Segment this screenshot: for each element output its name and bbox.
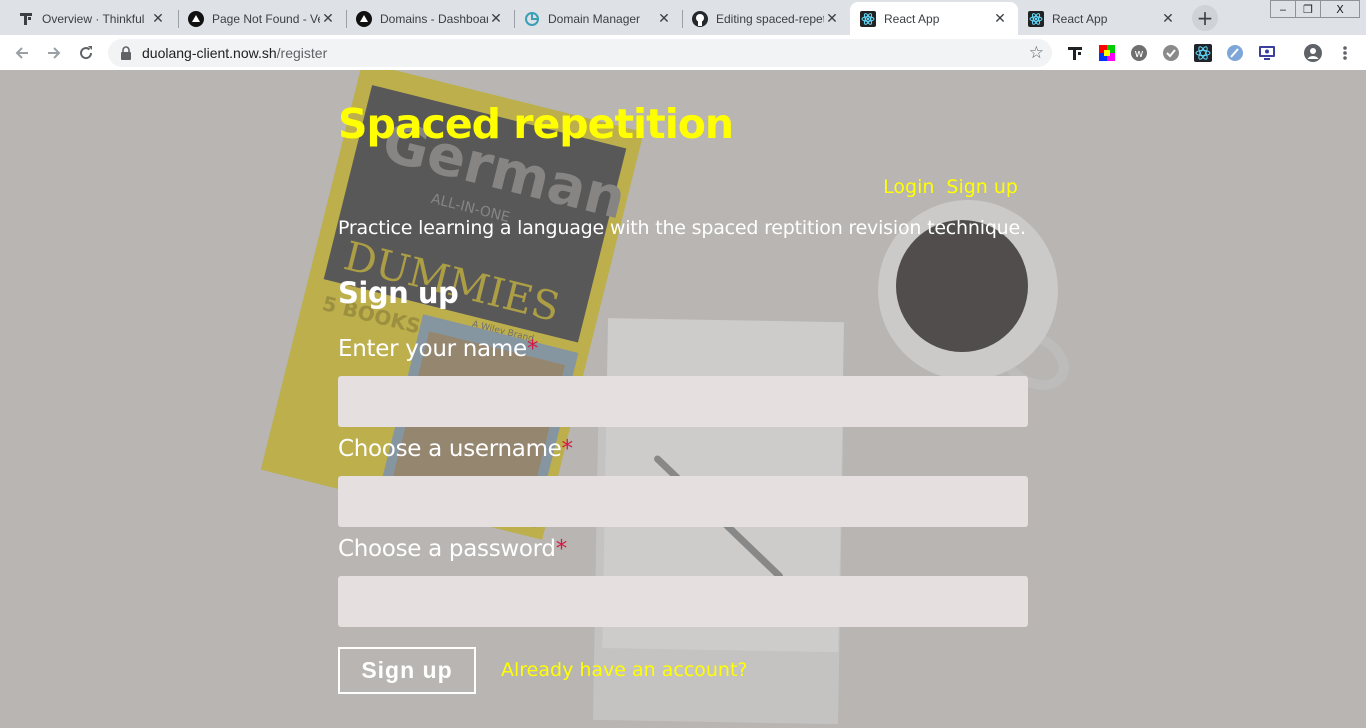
- name-input[interactable]: [338, 376, 1028, 427]
- forward-button[interactable]: [42, 41, 66, 65]
- close-tab-icon[interactable]: ✕: [824, 10, 840, 27]
- check-ext-icon[interactable]: [1162, 44, 1180, 62]
- thinkful-ext-icon[interactable]: [1066, 44, 1084, 62]
- back-button[interactable]: [10, 41, 34, 65]
- header-nav: Login Sign up: [871, 176, 1018, 198]
- tab-domain-manager[interactable]: Domain Manager ✕: [514, 2, 682, 35]
- vercel-favicon-icon: [356, 10, 372, 27]
- sign-up-button[interactable]: Sign up: [338, 647, 476, 694]
- tab-page-not-found[interactable]: Page Not Found - Vercel ✕: [178, 2, 346, 35]
- url-path: /register: [276, 45, 328, 61]
- close-tab-icon[interactable]: ✕: [992, 10, 1008, 27]
- pencil-ext-icon[interactable]: [1226, 44, 1244, 62]
- new-tab-button[interactable]: +: [1192, 5, 1218, 31]
- close-tab-icon[interactable]: ✕: [656, 10, 672, 27]
- tab-overview-thinkful[interactable]: Overview · Thinkful ✕: [8, 2, 176, 35]
- lock-icon: [121, 46, 131, 60]
- reload-icon: [80, 46, 93, 60]
- tab-title: Page Not Found - Vercel: [212, 11, 320, 26]
- minimize-button[interactable]: ‒: [1270, 0, 1296, 18]
- signup-link[interactable]: Sign up: [946, 176, 1018, 198]
- already-have-account-link[interactable]: Already have an account?: [501, 659, 748, 681]
- menu-dots-icon[interactable]: [1336, 44, 1354, 62]
- react-devtools-icon[interactable]: [1194, 44, 1212, 62]
- browser-toolbar: duolang-client.now.sh/register ☆ w: [0, 35, 1366, 70]
- required-mark: *: [561, 436, 574, 462]
- tab-react-app-active[interactable]: React App ✕: [850, 2, 1018, 35]
- color-picker-icon[interactable]: [1098, 44, 1116, 62]
- form-title: Sign up: [338, 276, 459, 310]
- svg-text:w: w: [1135, 47, 1144, 60]
- url-host: duolang-client.now.sh: [142, 45, 277, 61]
- address-bar[interactable]: duolang-client.now.sh/register ☆: [108, 39, 1052, 67]
- tab-title: Domains - Dashboard: [380, 11, 488, 26]
- domain-manager-favicon-icon: [524, 11, 540, 27]
- tab-title: Overview · Thinkful: [42, 11, 145, 26]
- browser-tab-strip: Overview · Thinkful ✕ Page Not Found - V…: [0, 0, 1366, 35]
- profile-icon[interactable]: [1304, 44, 1322, 62]
- tab-editing-spaced-repetition[interactable]: Editing spaced-repetition ✕: [682, 2, 850, 35]
- required-mark: *: [555, 536, 568, 562]
- password-input[interactable]: [338, 576, 1028, 627]
- close-tab-icon[interactable]: ✕: [150, 10, 166, 27]
- react-favicon-icon: [1028, 10, 1044, 27]
- react-favicon-icon: [860, 10, 876, 27]
- username-label-text: Choose a username: [338, 436, 562, 462]
- tab-react-app[interactable]: React App ✕: [1018, 2, 1186, 35]
- bookmark-star-icon[interactable]: ☆: [1029, 43, 1044, 63]
- close-tab-icon[interactable]: ✕: [320, 10, 336, 27]
- tab-title: Editing spaced-repetition: [716, 11, 824, 26]
- login-link[interactable]: Login: [883, 176, 934, 198]
- close-window-button[interactable]: X: [1320, 0, 1360, 18]
- username-input[interactable]: [338, 476, 1028, 527]
- password-label: Choose a password*: [338, 536, 567, 562]
- close-tab-icon[interactable]: ✕: [488, 10, 504, 27]
- name-label: Enter your name*: [338, 336, 538, 362]
- github-favicon-icon: [692, 10, 708, 27]
- close-tab-icon[interactable]: ✕: [1160, 10, 1176, 27]
- tab-title: React App: [1052, 11, 1108, 26]
- reload-button[interactable]: [74, 41, 98, 65]
- wappalyzer-icon[interactable]: w: [1130, 44, 1148, 62]
- arrow-left-icon: [15, 47, 28, 59]
- name-label-text: Enter your name: [338, 336, 527, 362]
- username-label: Choose a username*: [338, 436, 573, 462]
- required-mark: *: [526, 336, 539, 362]
- screen-ext-icon[interactable]: [1258, 44, 1276, 62]
- vercel-favicon-icon: [188, 10, 204, 27]
- site-title: Spaced repetition: [338, 100, 734, 148]
- tab-title: React App: [884, 11, 940, 26]
- tagline: Practice learning a language with the sp…: [338, 217, 1026, 239]
- tab-domains-dashboard[interactable]: Domains - Dashboard ✕: [346, 2, 514, 35]
- tab-title: Domain Manager: [548, 11, 641, 26]
- thinkful-favicon-icon: [18, 11, 34, 27]
- arrow-right-icon: [48, 47, 61, 59]
- password-label-text: Choose a password: [338, 536, 556, 562]
- register-page: German ALL-IN-ONE DUMMIES A Wiley Brand …: [0, 70, 1366, 728]
- restore-button[interactable]: ❐: [1295, 0, 1321, 18]
